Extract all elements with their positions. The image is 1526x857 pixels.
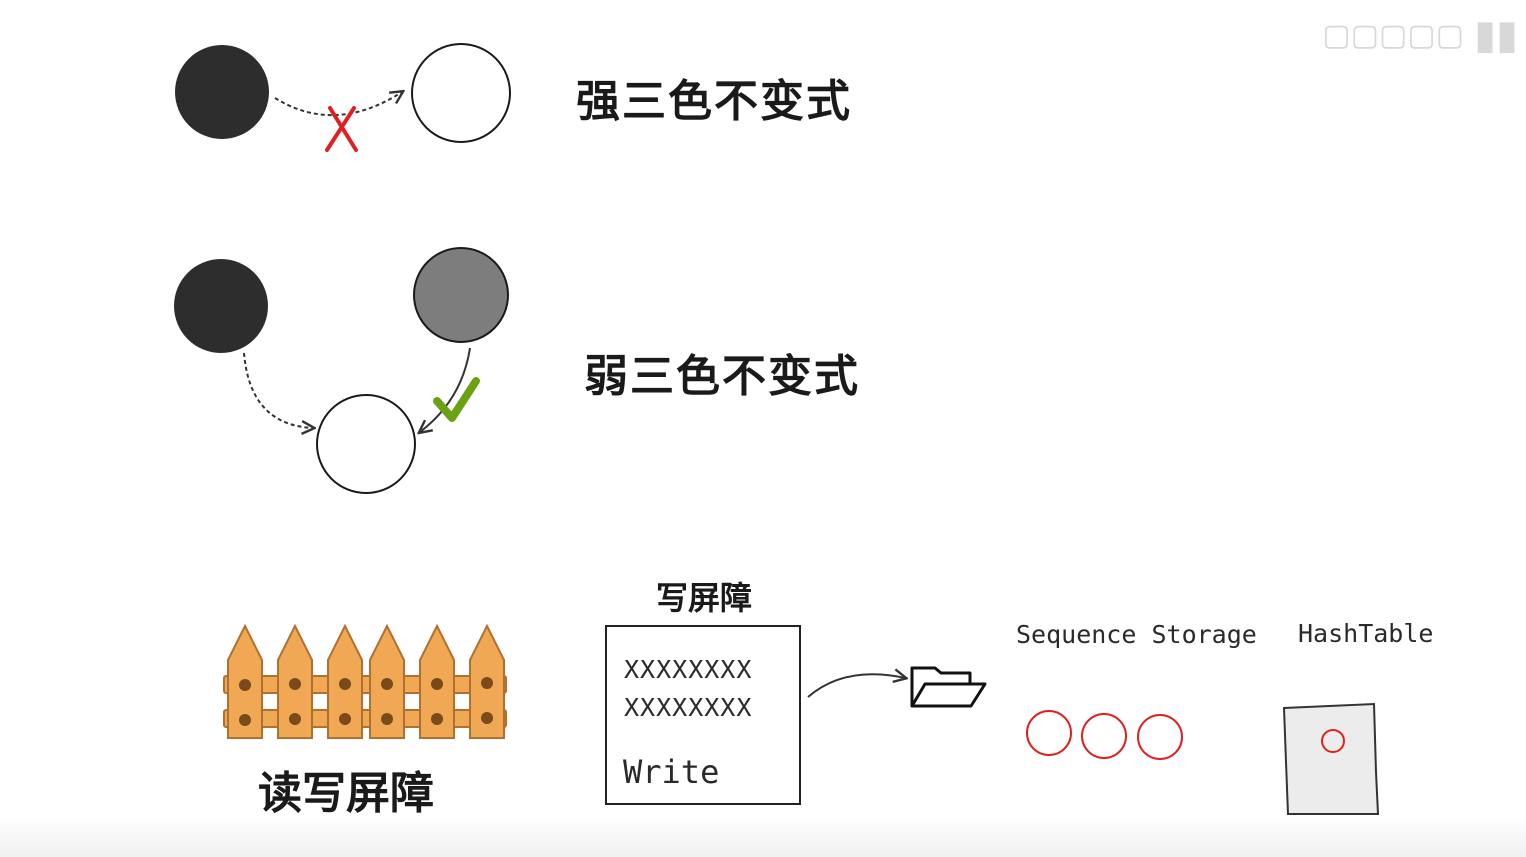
black-node-weak xyxy=(174,259,268,353)
hashtable-paper-icon xyxy=(1282,702,1380,815)
black-node-strong xyxy=(175,45,269,139)
grey-to-white-pointer xyxy=(420,347,471,432)
write-buffer-line-2: XXXXXXXX xyxy=(624,693,753,722)
weak-invariant-title: 弱三色不变式 xyxy=(584,351,860,402)
forbidden-pointer-arrow xyxy=(274,92,402,116)
write-to-folder-arrow xyxy=(807,674,905,698)
write-buffer-box: XXXXXXXX XXXXXXXX Write xyxy=(605,625,801,805)
strong-invariant-title: 强三色不变式 xyxy=(576,76,852,127)
storage-cell xyxy=(1026,710,1072,756)
check-icon xyxy=(433,377,480,422)
white-node-weak xyxy=(316,394,416,494)
fence-icon xyxy=(223,623,507,739)
white-node-strong xyxy=(411,43,511,143)
read-write-barrier-label: 读写屏障 xyxy=(258,768,434,819)
storage-cell xyxy=(1081,713,1127,759)
black-to-white-pointer xyxy=(243,352,313,428)
folder-icon xyxy=(910,666,987,708)
sequence-storage-label: Sequence Storage xyxy=(1016,620,1257,649)
hashtable-label: HashTable xyxy=(1298,619,1434,648)
weak-invariant-group xyxy=(174,247,509,494)
write-barrier-label: 写屏障 xyxy=(656,579,753,617)
write-buffer-line-1: XXXXXXXX xyxy=(624,655,753,684)
sequence-storage-cells xyxy=(1026,710,1183,760)
grey-node-weak xyxy=(413,247,509,343)
write-buffer-action: Write xyxy=(623,753,720,791)
strong-invariant-group xyxy=(175,43,511,152)
storage-cell xyxy=(1137,714,1183,760)
bottom-fade xyxy=(0,817,1526,857)
